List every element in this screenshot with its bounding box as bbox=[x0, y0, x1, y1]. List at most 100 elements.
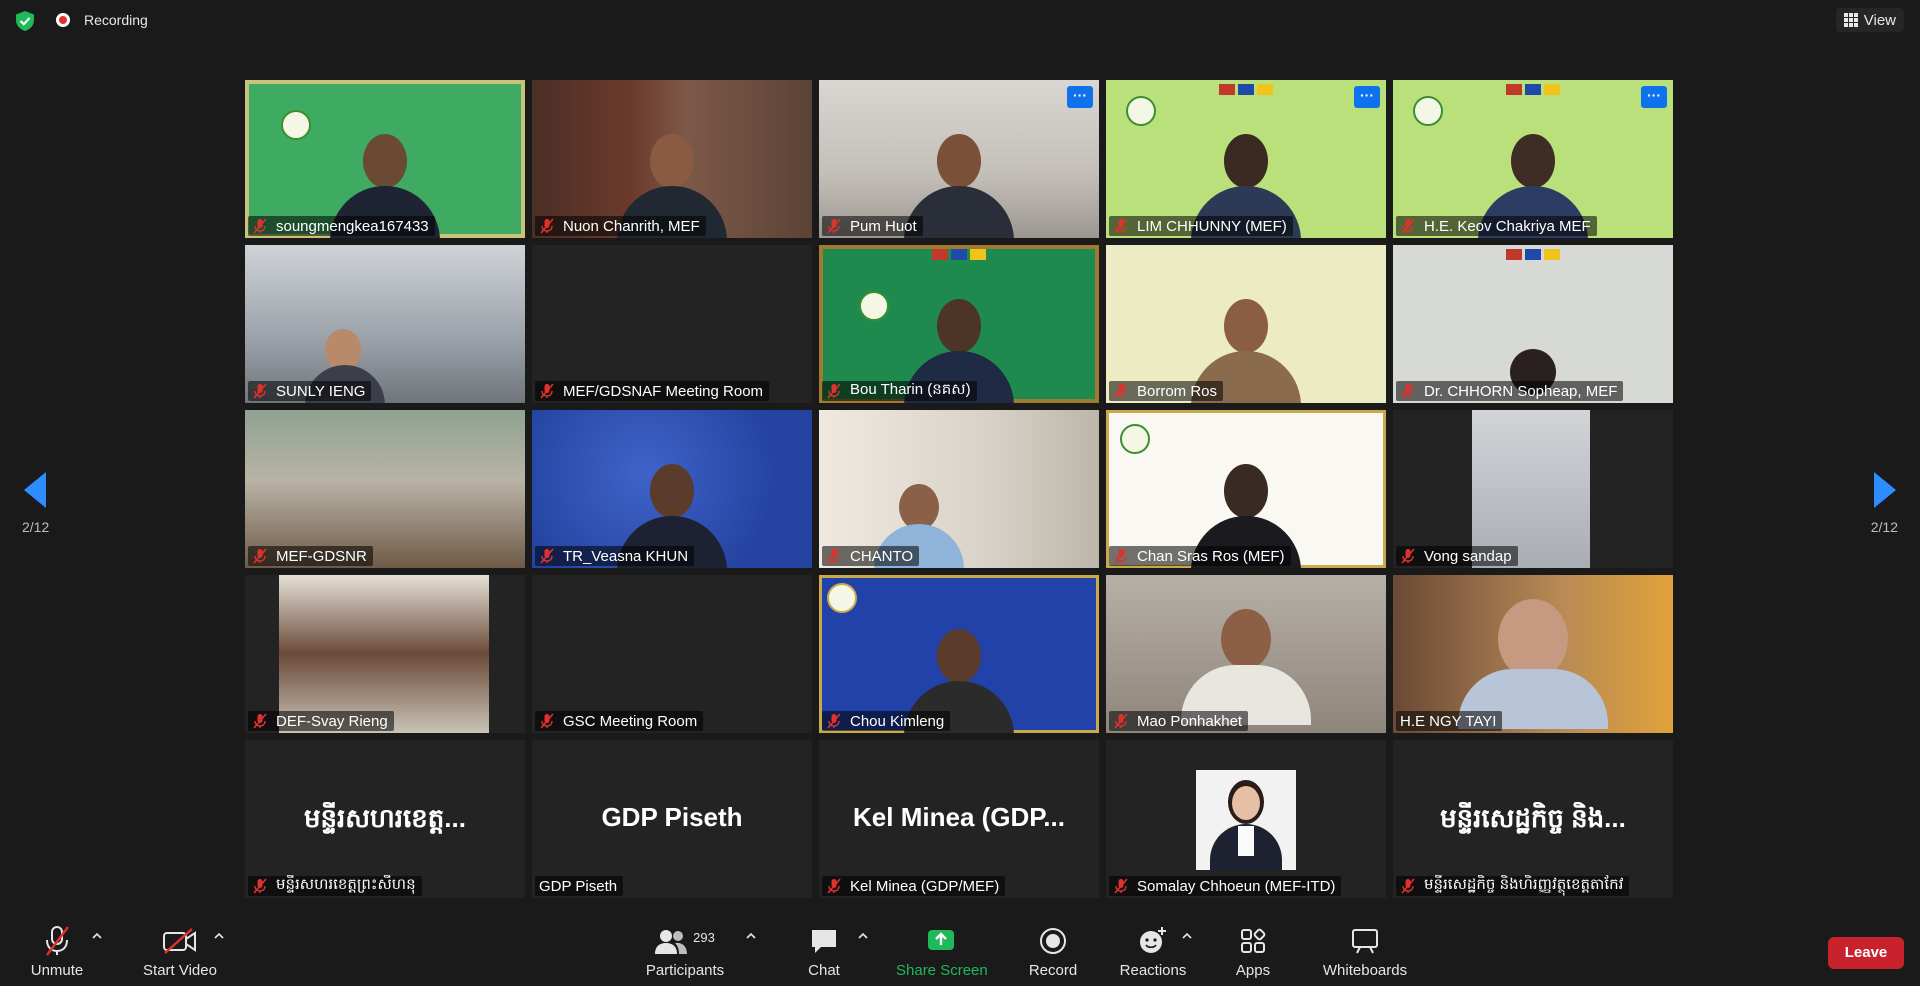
emblem-icon bbox=[1126, 96, 1156, 126]
participant-tile[interactable]: Borrom Ros bbox=[1106, 245, 1386, 403]
participant-tile[interactable]: MEF/GDSNAF Meeting Room bbox=[532, 245, 812, 403]
participant-name-label: LIM CHHUNNY (MEF) bbox=[1109, 216, 1293, 236]
page-indicator-right: 2/12 bbox=[1870, 519, 1898, 535]
participants-icon bbox=[655, 930, 688, 954]
page-indicator-left: 2/12 bbox=[22, 519, 50, 535]
participant-tile[interactable]: ··· LIM CHHUNNY (MEF) bbox=[1106, 80, 1386, 238]
share-screen-icon bbox=[928, 930, 954, 950]
whiteboards-button[interactable]: Whiteboards bbox=[1318, 924, 1412, 979]
more-options-button[interactable]: ··· bbox=[1354, 86, 1380, 108]
participant-name-label: H.E NGY TAYI bbox=[1396, 711, 1503, 731]
reactions-button[interactable]: Reactions bbox=[1118, 924, 1188, 979]
participant-name-label: GDP Piseth bbox=[535, 876, 624, 896]
participant-name-label: GSC Meeting Room bbox=[535, 711, 704, 731]
microphone-muted-icon bbox=[1401, 383, 1415, 399]
chat-options-caret-icon[interactable] bbox=[858, 932, 868, 940]
encryption-shield-icon[interactable] bbox=[14, 10, 36, 32]
participant-display-name: GDP Piseth bbox=[601, 802, 743, 832]
participant-name-label: DEF-Svay Rieng bbox=[248, 711, 394, 731]
profile-picture bbox=[1196, 770, 1296, 870]
apps-icon bbox=[1241, 928, 1266, 953]
video-off-icon bbox=[163, 928, 196, 954]
participant-name-label: Vong sandap bbox=[1396, 546, 1518, 566]
unmute-button[interactable]: Unmute bbox=[24, 924, 90, 979]
participant-name-label: TR_Veasna KHUN bbox=[535, 546, 695, 566]
participant-tile[interactable]: TR_Veasna KHUN bbox=[532, 410, 812, 568]
microphone-muted-icon bbox=[253, 383, 267, 399]
grid-view-icon bbox=[1843, 13, 1858, 27]
participants-button[interactable]: 293 Participants bbox=[642, 924, 728, 980]
next-page-arrow-icon[interactable] bbox=[1872, 470, 1898, 510]
flags-banner bbox=[1506, 249, 1560, 260]
participant-tile[interactable]: CHANTO bbox=[819, 410, 1099, 568]
microphone-muted-icon bbox=[1401, 218, 1415, 234]
more-options-button[interactable]: ··· bbox=[1067, 86, 1093, 108]
participant-tile[interactable]: Mao Ponhakhet bbox=[1106, 575, 1386, 733]
leave-button[interactable]: Leave bbox=[1828, 937, 1904, 969]
participant-name-label: MEF-GDSNR bbox=[248, 546, 373, 566]
video-options-caret-icon[interactable] bbox=[214, 932, 224, 940]
whiteboard-icon bbox=[1352, 929, 1378, 954]
participant-name-label: Chan Sras Ros (MEF) bbox=[1109, 546, 1291, 566]
participant-tile[interactable]: Vong sandap bbox=[1393, 410, 1673, 568]
video-feed bbox=[532, 245, 812, 403]
participant-name-label: Somalay Chhoeun (MEF-ITD) bbox=[1109, 876, 1342, 896]
microphone-muted-icon bbox=[253, 713, 267, 729]
participant-name-label: MEF/GDSNAF Meeting Room bbox=[535, 381, 770, 401]
meeting-toolbar: Unmute Start Video 293 Participants Chat… bbox=[0, 920, 1920, 986]
microphone-muted-icon bbox=[540, 383, 554, 399]
participant-tile[interactable]: H.E NGY TAYI bbox=[1393, 575, 1673, 733]
participant-tile[interactable]: Somalay Chhoeun (MEF-ITD) bbox=[1106, 740, 1386, 898]
participant-tile[interactable]: Dr. CHHORN Sopheap, MEF bbox=[1393, 245, 1673, 403]
participant-tile[interactable]: SUNLY IENG bbox=[245, 245, 525, 403]
video-feed bbox=[245, 410, 525, 568]
record-icon bbox=[1040, 928, 1066, 954]
recording-label: Recording bbox=[84, 12, 148, 28]
emblem-icon bbox=[1413, 96, 1443, 126]
share-screen-button[interactable]: Share Screen bbox=[896, 924, 988, 979]
participant-tile[interactable]: Kel Minea (GDP... Kel Minea (GDP/MEF) bbox=[819, 740, 1099, 898]
microphone-muted-icon bbox=[253, 218, 267, 234]
participant-tile[interactable]: DEF-Svay Rieng bbox=[245, 575, 525, 733]
video-feed bbox=[532, 575, 812, 733]
microphone-muted-icon bbox=[827, 878, 841, 894]
video-feed-portrait bbox=[1472, 410, 1590, 568]
participant-tile[interactable]: មន្ទីរសេដ្ឋកិច្ច និង... មន្ទីរសេដ្ឋកិច្ច… bbox=[1393, 740, 1673, 898]
participant-tile[interactable]: GDP Piseth GDP Piseth bbox=[532, 740, 812, 898]
microphone-muted-icon bbox=[827, 713, 841, 729]
participant-tile[interactable]: ··· H.E. Keov Chakriya MEF bbox=[1393, 80, 1673, 238]
audio-options-caret-icon[interactable] bbox=[92, 932, 102, 940]
microphone-muted-icon bbox=[540, 548, 554, 564]
participant-tile[interactable]: Nuon Chanrith, MEF bbox=[532, 80, 812, 238]
view-button[interactable]: View bbox=[1835, 8, 1904, 32]
video-feed bbox=[245, 245, 525, 403]
participant-name-label: Chou Kimleng bbox=[822, 711, 951, 731]
participant-tile[interactable]: Chou Kimleng bbox=[819, 575, 1099, 733]
participant-tile[interactable]: soungmengkea167433 bbox=[245, 80, 525, 238]
participant-tile[interactable]: GSC Meeting Room bbox=[532, 575, 812, 733]
video-gallery: soungmengkea167433 Nuon Chanrith, MEF ··… bbox=[245, 80, 1675, 898]
microphone-muted-icon bbox=[1114, 383, 1128, 399]
apps-button[interactable]: Apps bbox=[1232, 924, 1274, 979]
participants-options-caret-icon[interactable] bbox=[746, 932, 756, 940]
chat-button[interactable]: Chat bbox=[804, 924, 844, 979]
microphone-muted-icon bbox=[1401, 548, 1415, 564]
reactions-options-caret-icon[interactable] bbox=[1182, 932, 1192, 940]
participant-tile[interactable]: មន្ទីរសហរខេត្ត... មន្ទីរសហរខេត្តព្រះសីហន… bbox=[245, 740, 525, 898]
microphone-muted-icon bbox=[1114, 713, 1128, 729]
participant-name-label: មន្ទីរសេដ្ឋកិច្ច និងហិរញ្ញវត្ថុខេត្តតាកែ… bbox=[1396, 876, 1630, 896]
microphone-muted-icon bbox=[46, 926, 69, 956]
participant-tile[interactable]: Bou Tharin (នគស) bbox=[819, 245, 1099, 403]
participant-tile[interactable]: ··· Pum Huot bbox=[819, 80, 1099, 238]
participant-tile[interactable]: Chan Sras Ros (MEF) bbox=[1106, 410, 1386, 568]
record-button[interactable]: Record bbox=[1024, 924, 1082, 979]
recording-indicator[interactable]: Recording bbox=[56, 11, 148, 29]
top-bar: Recording View bbox=[0, 0, 1920, 40]
previous-page-arrow-icon[interactable] bbox=[22, 470, 48, 510]
microphone-muted-icon bbox=[1114, 878, 1128, 894]
participant-display-name: Kel Minea (GDP... bbox=[853, 802, 1065, 832]
participant-tile[interactable]: MEF-GDSNR bbox=[245, 410, 525, 568]
more-options-button[interactable]: ··· bbox=[1641, 86, 1667, 108]
participant-name-label: Borrom Ros bbox=[1109, 381, 1224, 401]
flags-banner bbox=[1219, 84, 1273, 95]
